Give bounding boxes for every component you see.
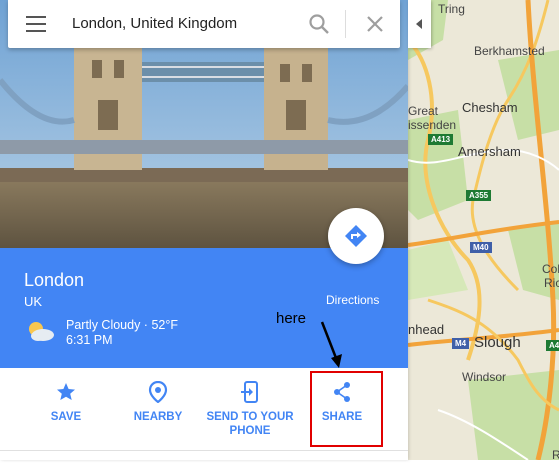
save-button[interactable]: SAVE	[20, 368, 112, 450]
search-box: London, United Kingdom	[8, 0, 400, 48]
search-icon[interactable]	[308, 13, 330, 35]
map-label-slough: Slough	[474, 334, 521, 351]
map-label-head: nhead	[408, 322, 445, 337]
place-name: London	[24, 270, 85, 290]
close-icon[interactable]	[364, 13, 386, 35]
weather-summary: Partly Cloudy · 52°F	[66, 318, 178, 332]
place-pin-icon	[148, 381, 168, 403]
directions-icon	[345, 225, 367, 247]
road-shield-a413: A413	[428, 134, 454, 145]
map-label-windsor: Windsor	[462, 370, 507, 384]
send-to-phone-label: SEND TO YOUR PHONE	[204, 410, 296, 438]
send-to-phone-label-line1: SEND TO YOUR	[206, 411, 294, 423]
save-label: SAVE	[50, 411, 82, 423]
map-label-berkhamsted: Berkhamsted	[474, 44, 545, 58]
nearby-button[interactable]: NEARBY	[112, 368, 204, 450]
road-shield-a355: A355	[466, 190, 492, 201]
map-canvas	[406, 0, 559, 461]
place-header: London UK Partly Cloudy · 52°F 6:31 PM D…	[0, 248, 408, 368]
collapse-panel-button[interactable]	[408, 0, 431, 48]
map-label-chesham: Chesham	[462, 100, 518, 115]
map-label-great: Great	[408, 104, 439, 118]
send-to-phone-button[interactable]: SEND TO YOUR PHONE	[204, 368, 296, 450]
nearby-label: NEARBY	[133, 411, 183, 423]
local-time: 6:31 PM	[66, 333, 113, 347]
send-to-phone-icon	[241, 381, 258, 403]
map-label-ric: Ric	[544, 276, 559, 290]
search-divider	[345, 10, 346, 38]
annotation-highlight-box	[310, 371, 383, 447]
directions-button[interactable]	[328, 208, 384, 264]
star-icon	[57, 383, 75, 400]
road-shield-a4: A4	[546, 340, 559, 351]
annotation-here-text: here	[276, 310, 307, 327]
directions-label[interactable]: Directions	[326, 293, 379, 307]
weather-info: Partly Cloudy · 52°F 6:31 PM	[66, 318, 178, 348]
send-to-phone-label-line2: PHONE	[229, 425, 271, 437]
map-view[interactable]: Tring Berkhamsted Great issenden Chesham…	[406, 0, 559, 462]
collapse-arrow-icon	[416, 19, 422, 29]
partly-cloudy-icon	[29, 322, 54, 341]
search-input[interactable]: London, United Kingdom	[72, 15, 237, 32]
map-label-amersham: Amersham	[458, 144, 521, 159]
map-label-missenden: issenden	[408, 118, 457, 132]
road-shield-m40: M40	[470, 242, 492, 253]
place-country: UK	[24, 294, 43, 309]
annotation-arrow-icon	[320, 321, 342, 368]
map-label-tring: Tring	[438, 2, 465, 16]
map-label-col: Col	[542, 262, 559, 276]
road-shield-m4: M4	[452, 338, 470, 349]
menu-icon[interactable]	[26, 16, 46, 32]
